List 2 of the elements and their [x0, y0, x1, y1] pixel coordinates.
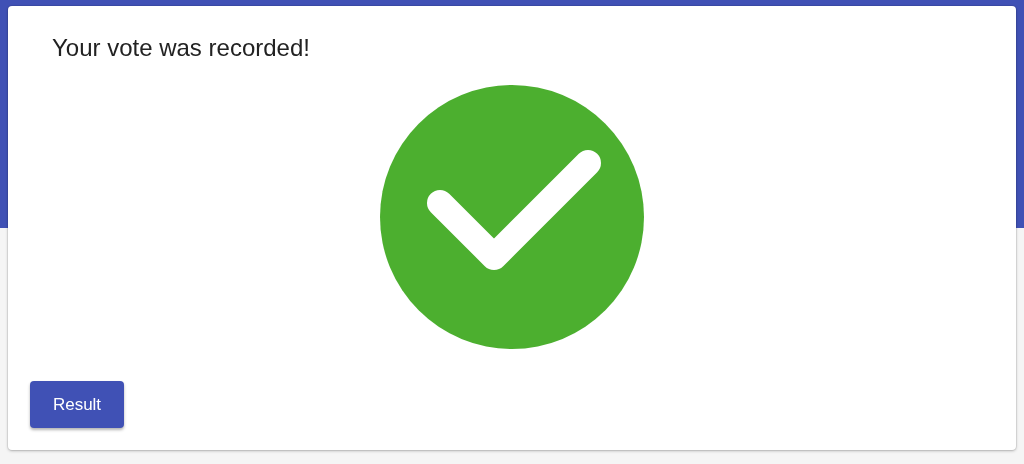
result-button[interactable]: Result: [30, 381, 124, 428]
heading: Your vote was recorded!: [52, 34, 311, 62]
